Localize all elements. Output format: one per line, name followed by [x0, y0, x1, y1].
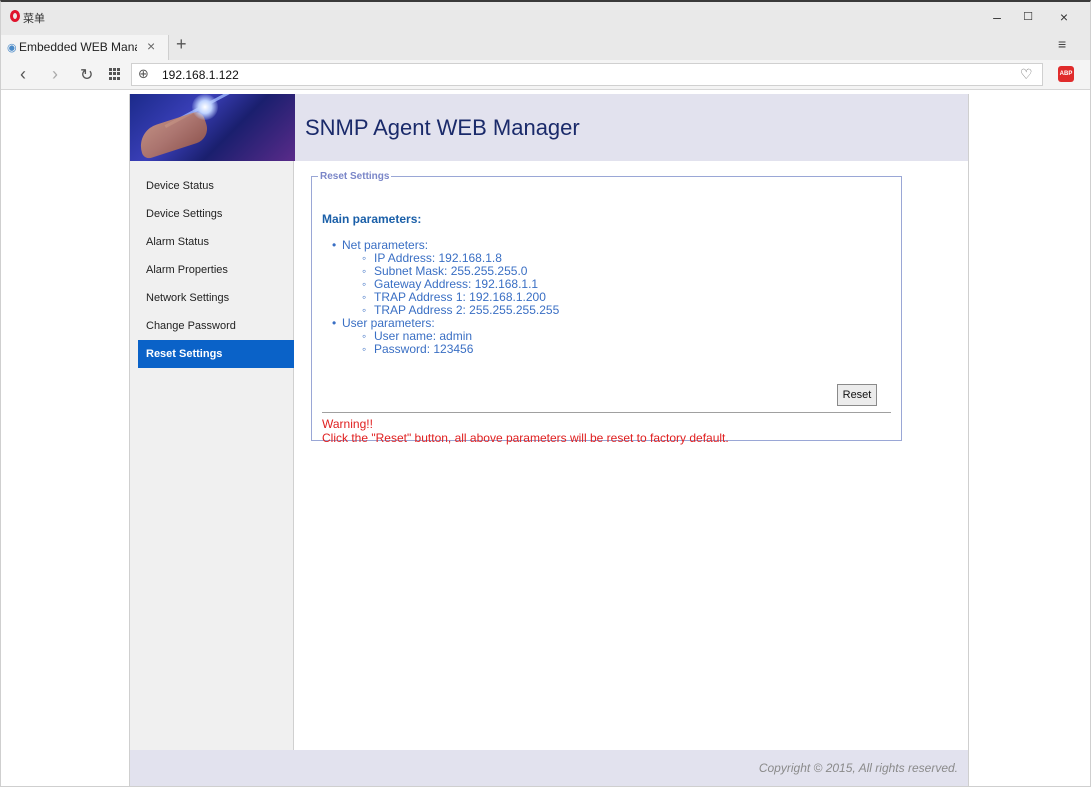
tab-title: Embedded WEB Manage: [19, 40, 137, 54]
back-arrow-icon[interactable]: ‹: [20, 64, 26, 85]
page-title: SNMP Agent WEB Manager: [305, 115, 580, 140]
abp-icon[interactable]: ABP: [1058, 66, 1074, 82]
minimize-button[interactable]: –: [987, 8, 1007, 26]
heart-icon[interactable]: ♡: [1020, 66, 1033, 83]
speed-dial-grid-icon[interactable]: [109, 68, 121, 80]
copyright-text: Copyright © 2015, All rights reserved.: [758, 761, 958, 775]
browser-address-bar: ‹ › ↻ ⊕ 192.168.1.122 ♡ ABP: [0, 60, 1091, 90]
sidebar-item-change-password[interactable]: Change Password: [138, 312, 294, 340]
panel-legend: Reset Settings: [320, 171, 390, 182]
warning-message: Click the "Reset" button, all above para…: [322, 431, 729, 445]
warning-title: Warning!!: [322, 417, 373, 431]
sidebar-item-network-settings[interactable]: Network Settings: [138, 284, 294, 312]
opera-logo-icon[interactable]: [10, 10, 20, 22]
browser-title-bar: 菜单 – ☐ ×: [0, 2, 1091, 32]
sidebar-item-device-status[interactable]: Device Status: [138, 172, 294, 200]
main-parameters-heading: Main parameters:: [322, 212, 422, 226]
close-window-button[interactable]: ×: [1054, 8, 1074, 26]
forward-arrow-icon[interactable]: ›: [52, 64, 58, 85]
reset-button[interactable]: Reset: [837, 384, 877, 406]
tab-menu-icon[interactable]: ≡: [1058, 36, 1066, 52]
page-header: SNMP Agent WEB Manager: [130, 94, 968, 161]
browser-tab[interactable]: ◉ Embedded WEB Manage ×: [0, 35, 169, 60]
sidebar-item-alarm-properties[interactable]: Alarm Properties: [138, 256, 294, 284]
tab-favicon-icon: ◉: [7, 42, 17, 54]
sidebar-nav: Device Status Device Settings Alarm Stat…: [130, 161, 294, 750]
sidebar-item-reset-settings[interactable]: Reset Settings: [138, 340, 294, 368]
header-logo-image: [130, 94, 295, 161]
browser-menu-label[interactable]: 菜单: [23, 10, 45, 26]
main-content: Reset Settings Main parameters: Net para…: [294, 161, 967, 750]
new-tab-button[interactable]: +: [176, 34, 187, 55]
web-page: SNMP Agent WEB Manager Device Status Dev…: [129, 94, 969, 787]
list-item: Password: 123456: [332, 343, 559, 357]
maximize-button[interactable]: ☐: [1018, 8, 1038, 26]
url-input[interactable]: ⊕ 192.168.1.122: [131, 63, 1043, 86]
divider: [322, 412, 891, 413]
parameter-list: Net parameters: IP Address: 192.168.1.8 …: [332, 239, 559, 357]
sidebar-item-device-settings[interactable]: Device Settings: [138, 200, 294, 228]
page-footer: Copyright © 2015, All rights reserved.: [130, 750, 968, 787]
reset-settings-panel: Reset Settings Main parameters: Net para…: [311, 171, 902, 445]
reload-icon[interactable]: ↻: [80, 65, 93, 85]
url-text: 192.168.1.122: [162, 68, 239, 82]
browser-tab-bar: ◉ Embedded WEB Manage × + ≡: [0, 32, 1091, 60]
globe-icon[interactable]: ⊕: [138, 66, 149, 82]
tab-close-icon[interactable]: ×: [147, 38, 155, 54]
sidebar-item-alarm-status[interactable]: Alarm Status: [138, 228, 294, 256]
